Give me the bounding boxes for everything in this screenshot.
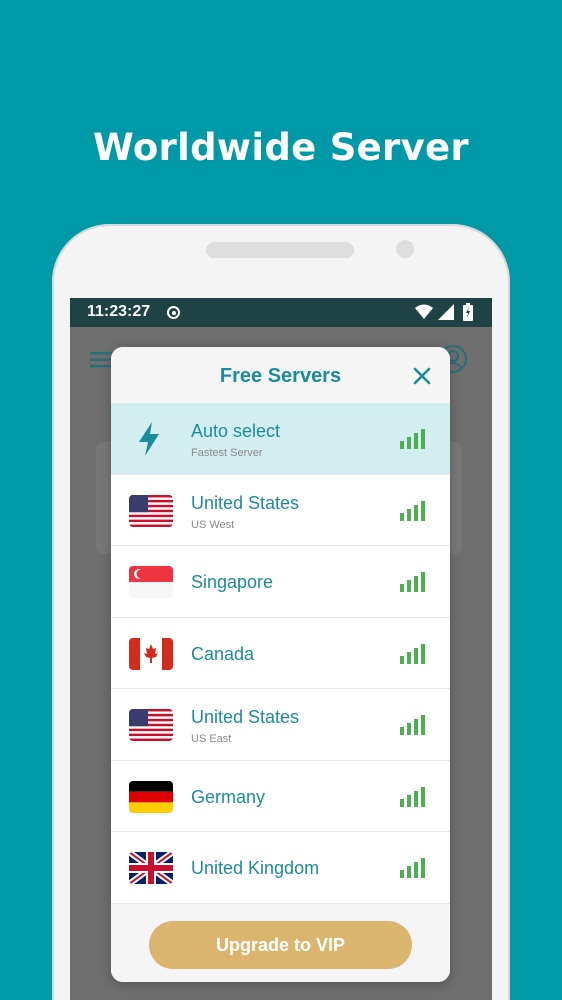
server-row-germany[interactable]: Germany bbox=[111, 760, 450, 832]
phone-camera bbox=[396, 240, 414, 258]
us-flag-icon bbox=[129, 494, 173, 527]
record-icon bbox=[167, 306, 180, 319]
signal-strength-icon bbox=[400, 643, 425, 664]
signal-strength-icon bbox=[400, 572, 425, 592]
server-row-united-kingdom[interactable]: United Kingdom bbox=[111, 832, 450, 904]
server-name: United States bbox=[191, 492, 300, 513]
signal-strength-icon bbox=[400, 786, 425, 807]
wifi-icon bbox=[415, 304, 433, 319]
cell-signal-icon bbox=[438, 304, 454, 320]
server-row-united-states-east[interactable]: United States US East bbox=[111, 689, 450, 761]
status-time: 11:23:27 bbox=[87, 303, 151, 320]
server-row-canada[interactable]: Canada bbox=[111, 617, 450, 689]
status-bar: 11:23:27 bbox=[70, 298, 492, 327]
close-icon[interactable] bbox=[409, 363, 435, 389]
server-subtitle: Fastest Server bbox=[191, 447, 263, 459]
uk-flag-icon bbox=[129, 852, 173, 884]
upgrade-vip-button[interactable]: Upgrade to VIP bbox=[149, 921, 412, 969]
signal-strength-icon bbox=[400, 858, 425, 878]
server-subtitle: US East bbox=[191, 733, 232, 745]
server-list: Auto select Fastest Server United States… bbox=[111, 403, 450, 904]
lightning-icon bbox=[139, 422, 159, 456]
battery-icon bbox=[463, 303, 473, 321]
server-name: Auto select bbox=[191, 421, 281, 441]
singapore-flag-icon bbox=[129, 566, 173, 598]
dialog-title: Free Servers bbox=[219, 365, 342, 387]
server-name: United Kingdom bbox=[191, 858, 320, 878]
server-name: Singapore bbox=[191, 572, 274, 592]
canada-flag-icon bbox=[129, 637, 173, 670]
server-subtitle: US West bbox=[191, 518, 235, 531]
server-name: United States bbox=[191, 707, 300, 727]
dialog-footer: Upgrade to VIP bbox=[111, 904, 450, 982]
server-row-auto-select[interactable]: Auto select Fastest Server bbox=[111, 403, 450, 475]
signal-strength-icon bbox=[400, 715, 425, 735]
server-name: Germany bbox=[191, 786, 266, 807]
signal-strength-icon bbox=[400, 500, 425, 521]
germany-flag-icon bbox=[129, 780, 173, 813]
dialog-header: Free Servers bbox=[111, 347, 450, 403]
phone-speaker bbox=[206, 242, 354, 258]
signal-strength-icon bbox=[400, 429, 425, 449]
free-servers-dialog: Free Servers Auto select Fastest Server bbox=[111, 347, 450, 982]
promo-headline: Worldwide Server bbox=[93, 126, 469, 169]
server-row-singapore[interactable]: Singapore bbox=[111, 546, 450, 618]
server-name: Canada bbox=[191, 643, 255, 664]
server-row-united-states-west[interactable]: United States US West bbox=[111, 474, 450, 546]
us-flag-icon bbox=[129, 709, 173, 741]
